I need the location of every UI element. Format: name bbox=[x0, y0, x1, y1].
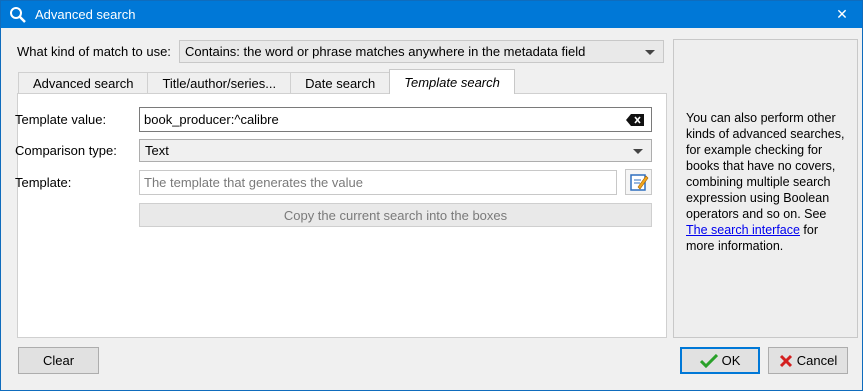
ok-button-label: OK bbox=[721, 353, 741, 368]
tab-title-author-series[interactable]: Title/author/series... bbox=[147, 72, 292, 94]
edit-template-button[interactable] bbox=[625, 169, 652, 195]
x-icon bbox=[779, 354, 792, 367]
template-row: Template: The template that generates th… bbox=[15, 170, 617, 195]
edit-template-icon bbox=[629, 174, 648, 191]
template-placeholder: The template that generates the value bbox=[144, 175, 363, 190]
template-value-text: book_producer:^calibre bbox=[144, 112, 279, 127]
template-value-label: Template value: bbox=[15, 112, 107, 127]
template-value-input[interactable]: book_producer:^calibre bbox=[139, 107, 652, 132]
copy-search-button[interactable]: Copy the current search into the boxes bbox=[139, 203, 652, 227]
help-text-before: You can also perform other kinds of adva… bbox=[686, 111, 845, 221]
chevron-down-icon bbox=[645, 50, 655, 55]
match-type-select[interactable]: Contains: the word or phrase matches any… bbox=[179, 40, 664, 63]
tab-label: Template search bbox=[404, 74, 500, 90]
help-panel: You can also perform other kinds of adva… bbox=[673, 39, 858, 338]
tab-label: Title/author/series... bbox=[162, 76, 277, 91]
check-icon bbox=[699, 353, 718, 368]
template-input[interactable]: The template that generates the value bbox=[139, 170, 617, 195]
match-type-row: What kind of match to use: Contains: the… bbox=[17, 40, 664, 63]
template-value-row: Template value: book_producer:^calibre bbox=[15, 107, 652, 132]
cancel-button[interactable]: Cancel bbox=[768, 347, 848, 374]
search-interface-link[interactable]: The search interface bbox=[686, 223, 800, 237]
match-type-label: What kind of match to use: bbox=[17, 44, 171, 59]
clear-button-label: Clear bbox=[42, 353, 75, 368]
template-label: Template: bbox=[15, 175, 72, 190]
close-button[interactable]: ✕ bbox=[822, 1, 862, 28]
tab-date-search[interactable]: Date search bbox=[290, 72, 391, 94]
advanced-search-dialog: Advanced search ✕ What kind of match to … bbox=[0, 0, 863, 391]
chevron-down-icon bbox=[633, 149, 643, 154]
copy-search-label: Copy the current search into the boxes bbox=[283, 207, 508, 223]
window-title: Advanced search bbox=[35, 7, 136, 22]
comparison-type-row: Comparison type: Text bbox=[15, 139, 652, 162]
tab-template-search[interactable]: Template search bbox=[389, 69, 515, 94]
cancel-button-label: Cancel bbox=[796, 353, 838, 368]
search-icon bbox=[10, 6, 26, 23]
tab-bar: Advanced search Title/author/series... D… bbox=[18, 69, 515, 94]
comparison-type-select[interactable]: Text bbox=[139, 139, 652, 162]
match-type-value: Contains: the word or phrase matches any… bbox=[185, 44, 586, 59]
clear-button[interactable]: Clear bbox=[18, 347, 99, 374]
title-bar: Advanced search ✕ bbox=[1, 1, 862, 28]
backspace-clear-icon[interactable] bbox=[626, 114, 644, 126]
ok-button[interactable]: OK bbox=[680, 347, 760, 374]
comparison-type-value: Text bbox=[145, 143, 169, 158]
tab-label: Advanced search bbox=[33, 76, 134, 91]
close-icon: ✕ bbox=[836, 6, 848, 22]
tab-advanced-search[interactable]: Advanced search bbox=[18, 72, 149, 94]
tab-label: Date search bbox=[305, 76, 376, 91]
comparison-type-label: Comparison type: bbox=[15, 143, 117, 158]
help-text: You can also perform other kinds of adva… bbox=[686, 110, 846, 254]
